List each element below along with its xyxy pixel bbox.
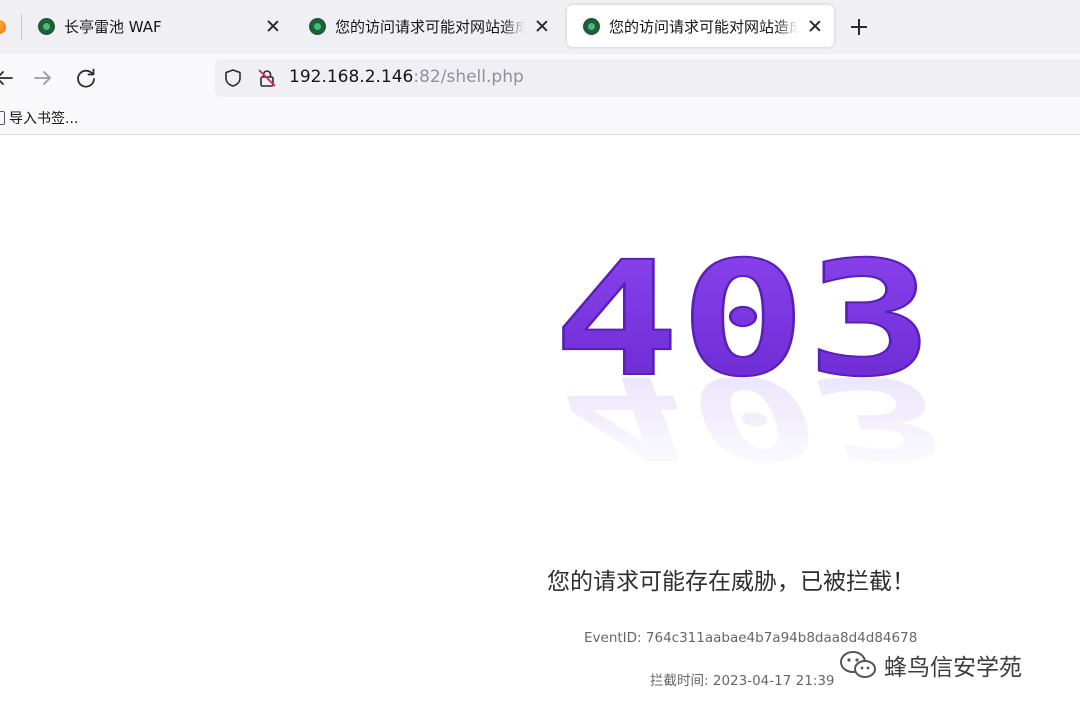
block-message: 您的请求可能存在威胁，已被拦截！ (547, 569, 915, 595)
tab-strip: 长亭雷池 WAF 您的访问请求可能对网站造成安全威胁 您的访问请求可能对网站造成… (0, 0, 1080, 54)
watermark-text: 蜂鸟信安学苑 (884, 655, 1022, 681)
tab-blocked-page-1[interactable]: 您的访问请求可能对网站造成安全威胁 (293, 5, 561, 47)
address-bar[interactable]: 192.168.2.146:82/shell.php (215, 59, 1080, 97)
navigation-toolbar: 192.168.2.146:82/shell.php (0, 54, 1080, 134)
reload-icon[interactable] (70, 62, 102, 94)
event-id-line: EventID: 764c311aabae4b7a94b8daa8d4d8467… (584, 630, 917, 646)
insecure-lock-icon[interactable] (257, 68, 277, 88)
error-code-reflection: 403 (540, 378, 940, 482)
import-bookmarks-item[interactable]: 导入书签... (0, 108, 78, 128)
waf-favicon-icon (583, 17, 600, 35)
url-host: 192.168.2.146 (289, 67, 414, 87)
back-arrow-icon[interactable] (0, 62, 20, 94)
event-id-value: 764c311aabae4b7a94b8daa8d4d84678 (645, 630, 918, 646)
close-icon[interactable] (264, 17, 282, 35)
event-id-label: EventID: (584, 630, 642, 646)
close-icon[interactable] (533, 17, 551, 35)
block-time-line: 拦截时间: 2023-04-17 21:39 (650, 669, 835, 689)
url-path: :82/shell.php (413, 67, 524, 87)
bookmarks-toolbar: 导入书签... (0, 102, 1080, 135)
waf-favicon-icon (309, 17, 326, 35)
import-bookmarks-label: 导入书签... (9, 111, 79, 127)
block-time-value: 2023-04-17 21:39 (712, 673, 835, 689)
tracking-shield-icon[interactable] (223, 68, 243, 88)
bookmark-import-icon (0, 111, 5, 125)
error-code-text: 403 (553, 236, 933, 386)
error-code-reflection-text: 403 (540, 378, 940, 482)
tab-title: 您的访问请求可能对网站造成安全威胁 (335, 17, 525, 36)
blocked-page: 403 403 您的请求可能存在威胁，已被拦截！ EventID: 764c31… (0, 136, 1080, 714)
tab-waf-console[interactable]: 长亭雷池 WAF (22, 5, 292, 47)
url-text[interactable]: 192.168.2.146:82/shell.php (289, 67, 524, 87)
wechat-watermark: 蜂鸟信安学苑 (838, 648, 1022, 682)
block-time-label: 拦截时间: (650, 673, 709, 689)
new-tab-plus-icon[interactable] (846, 14, 872, 40)
error-code-403-graphic: 403 (552, 236, 934, 386)
tab-title: 长亭雷池 WAF (64, 17, 162, 36)
close-icon[interactable] (806, 17, 824, 35)
tab-title: 您的访问请求可能对网站造成安全威胁 (609, 17, 798, 36)
tab-blocked-page-active[interactable]: 您的访问请求可能对网站造成安全威胁 (567, 5, 834, 47)
browser-app-icon[interactable] (0, 20, 6, 34)
forward-arrow-icon[interactable] (27, 62, 59, 94)
waf-favicon-icon (38, 17, 55, 35)
wechat-logo-icon (840, 651, 876, 678)
